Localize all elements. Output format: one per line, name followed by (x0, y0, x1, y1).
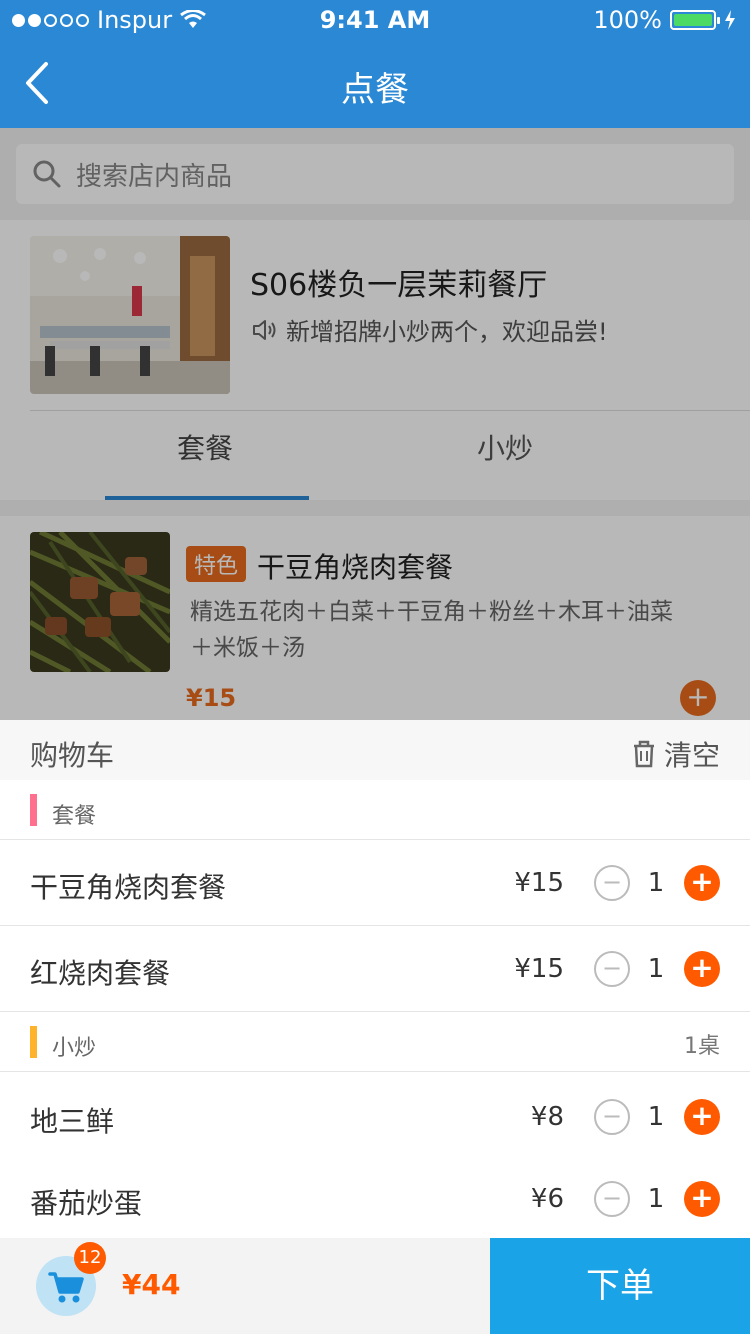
battery-group: 100% (593, 6, 736, 34)
cart-item-price: ¥8 (530, 1102, 564, 1132)
cart-total: ¥44 (122, 1268, 181, 1301)
cart-item-row: 地三鲜 ¥8 − 1 + (0, 1074, 750, 1160)
cart-item-price: ¥15 (514, 868, 564, 898)
cart-item-qty: 1 (647, 868, 665, 898)
clear-cart-button[interactable]: 清空 (632, 734, 720, 774)
cart-header: 购物车 清空 (0, 720, 750, 780)
cart-count-badge: 12 (74, 1242, 106, 1274)
decrease-button[interactable]: − (594, 951, 630, 987)
nav-bar: 点餐 (0, 40, 750, 128)
increase-button[interactable]: + (684, 1099, 720, 1135)
trash-icon (633, 740, 654, 768)
increase-button[interactable]: + (684, 865, 720, 901)
decrease-button[interactable]: − (594, 1099, 630, 1135)
cart-group-header: 小炒 1桌 (0, 1012, 750, 1072)
increase-button[interactable]: + (684, 1181, 720, 1217)
cart-item-price: ¥6 (530, 1184, 564, 1214)
minus-icon: − (601, 868, 623, 896)
cart-item-qty: 1 (647, 954, 665, 984)
minus-icon: − (601, 954, 623, 982)
group-color-bar (30, 794, 37, 826)
cart-item-qty: 1 (647, 1102, 665, 1132)
minus-icon: − (601, 1184, 623, 1212)
group-table-count: 1桌 (684, 1034, 720, 1059)
decrease-button[interactable]: − (594, 865, 630, 901)
cart-title: 购物车 (30, 739, 115, 772)
plus-icon: + (690, 1181, 714, 1214)
cart-item-name: 番茄炒蛋 (30, 1187, 143, 1220)
cart-item-row: 干豆角烧肉套餐 ¥15 − 1 + (0, 840, 750, 926)
cart-item-price: ¥15 (514, 954, 564, 984)
clear-cart-label: 清空 (663, 739, 720, 772)
page-title: 点餐 (341, 70, 409, 110)
group-label: 套餐 (52, 804, 97, 829)
group-label: 小炒 (52, 1036, 97, 1061)
cart-sheet: 购物车 清空 套餐 干豆角烧肉套餐 ¥15 − 1 + 红烧肉套餐 ¥15 − … (0, 720, 750, 1238)
increase-button[interactable]: + (684, 951, 720, 987)
plus-icon: + (690, 865, 714, 898)
status-bar: Inspur 9:41 AM 100% (0, 0, 750, 40)
plus-icon: + (690, 951, 714, 984)
minus-icon: − (601, 1102, 623, 1130)
cart-group-header: 套餐 (0, 780, 750, 840)
battery-icon (670, 10, 720, 30)
cart-item-name: 红烧肉套餐 (30, 957, 171, 990)
decrease-button[interactable]: − (594, 1181, 630, 1217)
cart-item-row: 番茄炒蛋 ¥6 − 1 + (0, 1156, 750, 1242)
charging-icon (725, 10, 735, 30)
cart-item-name: 干豆角烧肉套餐 (30, 871, 227, 904)
overlay-dim[interactable] (0, 128, 750, 720)
place-order-button[interactable]: 下单 (490, 1238, 750, 1334)
group-color-bar (30, 1026, 37, 1058)
cart-item-name: 地三鲜 (30, 1105, 115, 1138)
cart-item-row: 红烧肉套餐 ¥15 − 1 + (0, 926, 750, 1012)
checkout-bar: 12 ¥44 下单 (0, 1238, 750, 1334)
cart-item-qty: 1 (647, 1184, 665, 1214)
battery-percent: 100% (593, 6, 662, 34)
plus-icon: + (690, 1099, 714, 1132)
